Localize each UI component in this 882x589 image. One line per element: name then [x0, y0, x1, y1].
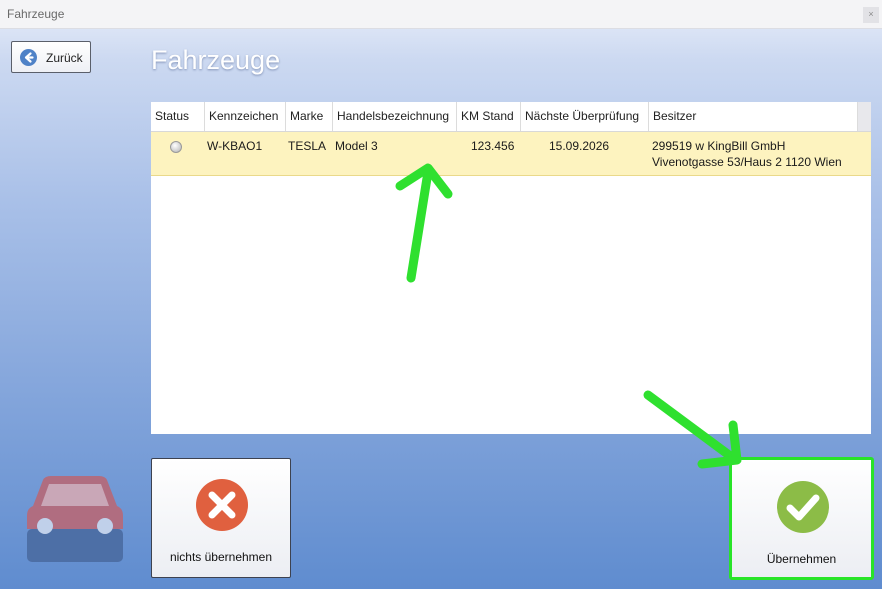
cell-handelsbezeichnung: Model 3 [335, 139, 378, 153]
vehicle-grid: Status Kennzeichen Marke Handelsbezeichn… [151, 102, 871, 434]
status-indicator-icon [170, 141, 182, 153]
red-x-icon [195, 478, 249, 535]
column-header-marke[interactable]: Marke [286, 102, 333, 131]
uebernehmen-button[interactable]: Übernehmen [729, 457, 874, 580]
window-titlebar: Fahrzeuge × [0, 0, 882, 29]
table-row[interactable]: W-KBAO1 TESLA Model 3 123.456 15.09.2026… [151, 132, 871, 176]
column-header-handelsbezeichnung[interactable]: Handelsbezeichnung [333, 102, 457, 131]
window-title: Fahrzeuge [7, 7, 65, 21]
green-check-icon [776, 480, 830, 537]
cell-naechste-ueberpruefung: 15.09.2026 [549, 139, 610, 153]
cell-km-stand: 123.456 [471, 139, 515, 153]
column-header-kennzeichen[interactable]: Kennzeichen [205, 102, 286, 131]
page-title: Fahrzeuge [151, 45, 281, 75]
uebernehmen-label: Übernehmen [766, 552, 837, 566]
cell-marke: TESLA [288, 139, 327, 153]
cell-kennzeichen: W-KBAO1 [207, 139, 263, 153]
column-header-naechste-ueberpruefung[interactable]: Nächste Überprüfung [521, 102, 649, 131]
cell-besitzer-address: Vivenotgasse 53/Haus 2 1120 Wien [652, 155, 842, 169]
grid-header: Status Kennzeichen Marke Handelsbezeichn… [151, 102, 871, 132]
arrow-left-circle-icon [20, 49, 37, 66]
back-button[interactable]: Zurück [11, 41, 91, 73]
close-icon[interactable]: × [863, 7, 879, 23]
header-scroll-filler [858, 102, 871, 131]
column-header-status[interactable]: Status [151, 102, 205, 131]
back-button-label: Zurück [46, 51, 83, 65]
nichts-uebernehmen-label: nichts übernehmen [169, 550, 273, 564]
nichts-uebernehmen-button[interactable]: nichts übernehmen [151, 458, 291, 578]
car-icon [25, 476, 125, 562]
column-header-km-stand[interactable]: KM Stand [457, 102, 521, 131]
cell-besitzer-name: 299519 w KingBill GmbH [652, 139, 786, 153]
column-header-besitzer[interactable]: Besitzer [649, 102, 858, 131]
